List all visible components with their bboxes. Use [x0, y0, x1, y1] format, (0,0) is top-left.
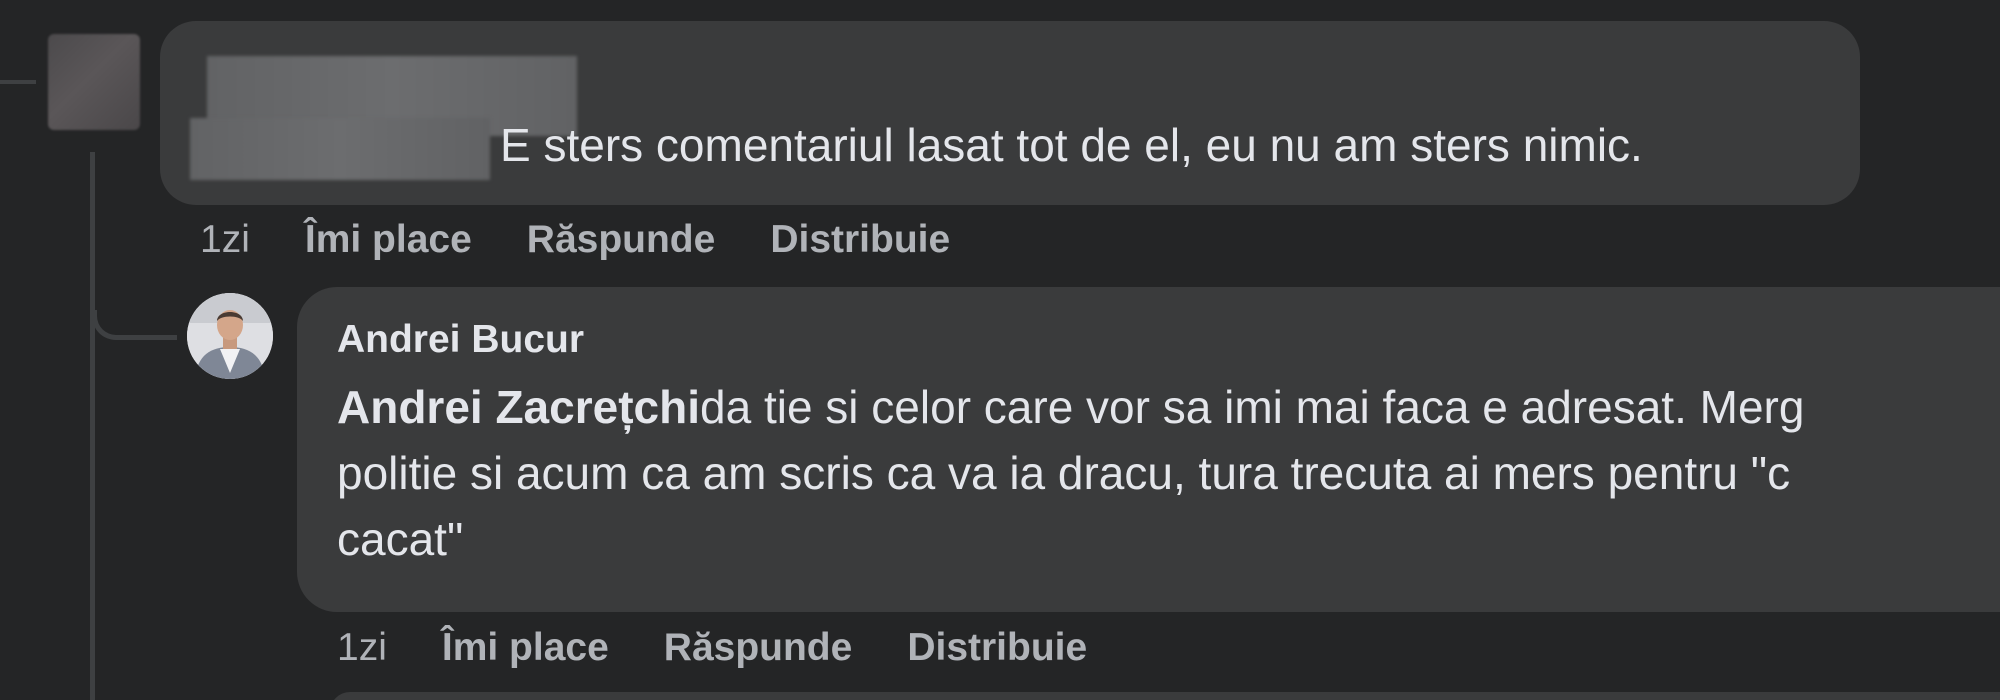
thread-line-top-left — [0, 80, 36, 84]
comment-1-reply-button[interactable]: Răspunde — [527, 218, 716, 262]
comment-2-timestamp[interactable]: 1zi — [337, 626, 387, 670]
comment-2-share-button[interactable]: Distribuie — [907, 626, 1087, 670]
comment-1-like-button[interactable]: Îmi place — [305, 218, 472, 262]
comment-2-reply-button[interactable]: Răspunde — [664, 626, 853, 670]
next-comment-bubble — [330, 692, 2000, 700]
comment-1-timestamp[interactable]: 1zi — [200, 218, 250, 262]
comment-thread: E sters comentariul lasat tot de el, eu … — [0, 0, 2000, 700]
avatar[interactable] — [187, 293, 273, 379]
comment-2-actions: 1zi Îmi place Răspunde Distribuie — [337, 626, 1142, 670]
comment-2-line-1-text: da tie si celor care vor sa imi mai faca… — [700, 381, 1805, 433]
comment-1-actions: 1zi Îmi place Răspunde Distribuie — [200, 218, 1005, 262]
comment-2-line-2: politie si acum ca am scris ca va ia dra… — [337, 447, 1791, 499]
comment-1-text: E sters comentariul lasat tot de el, eu … — [500, 119, 1643, 171]
comment-2-like-button[interactable]: Îmi place — [442, 626, 609, 670]
comment-2-line-1: Andrei Zacrețchida tie si celor care vor… — [337, 375, 1804, 441]
comment-2-text: Andrei Zacrețchida tie si celor care vor… — [337, 375, 1804, 573]
comment-2-line-3: cacat" — [337, 513, 464, 565]
thread-line-vertical — [90, 152, 95, 700]
thread-line-branch — [92, 310, 177, 340]
mention-link[interactable]: Andrei Zacrețchi — [337, 381, 700, 433]
comment-1-share-button[interactable]: Distribuie — [770, 218, 950, 262]
person-avatar-icon — [187, 293, 273, 379]
redacted-avatar[interactable] — [48, 34, 140, 130]
comment-author-name[interactable]: Andrei Bucur — [337, 318, 584, 362]
redacted-mention — [190, 118, 490, 180]
